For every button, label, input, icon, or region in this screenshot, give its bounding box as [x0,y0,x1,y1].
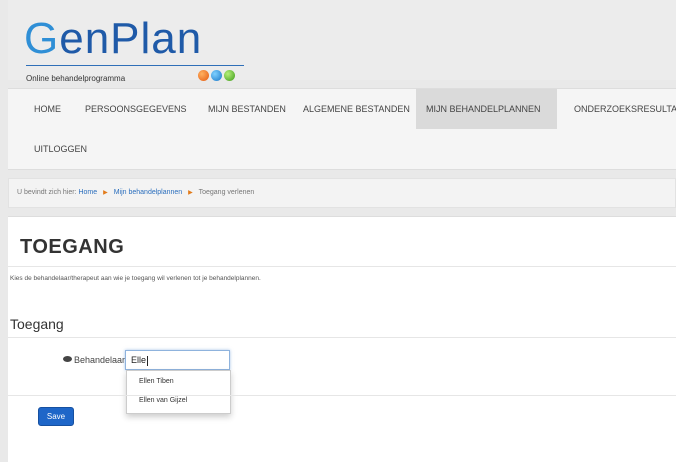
breadcrumb-bar: U bevindt zich hier: Home ▶ Mijn behande… [8,178,676,208]
blue-ball-icon [211,70,222,81]
nav-item-onderzoeksresultaten[interactable]: ONDERZOEKSRESULTATEN [564,89,676,129]
breadcrumb-separator-icon: ▶ [103,190,108,196]
site-header: GenPlan Online behandelprogramma [8,0,676,83]
title-divider [8,266,676,267]
orange-ball-icon [198,70,209,81]
eye-icon [63,356,72,362]
breadcrumb-behandelplannen-link[interactable]: Mijn behandelplannen [114,189,183,196]
behandelaar-input[interactable]: Elle [125,350,230,370]
autocomplete-dropdown: Ellen Tiben Ellen van Gijzel [126,370,231,414]
section-divider [8,337,676,338]
logo-underline [26,65,244,66]
nav-item-uitloggen[interactable]: UITLOGGEN [24,129,97,169]
breadcrumb-separator-icon: ▶ [188,190,193,196]
page-title: TOEGANG [20,236,125,258]
logo-tagline: Online behandelprogramma [26,74,126,83]
nav-item-mijn-behandelplannen[interactable]: MIJN BEHANDELPLANNEN [416,89,557,129]
main-navigation: HOME PERSOONSGEGEVENS MIJN BESTANDEN ALG… [8,88,676,170]
autocomplete-option[interactable]: Ellen Tiben [139,378,174,385]
section-title: Toegang [10,316,64,332]
breadcrumb-current: Toegang verlenen [198,189,255,196]
breadcrumb-prefix: U bevindt zich hier: [17,189,77,196]
breadcrumb-home-link[interactable]: Home [78,189,97,196]
behandelaar-input-value: Elle [131,355,147,365]
save-button[interactable]: Save [38,407,74,426]
nav-item-persoonsgegevens[interactable]: PERSOONSGEGEVENS [75,89,197,129]
form-divider [8,395,676,396]
genplan-logo[interactable]: GenPlan Online behandelprogramma [24,14,254,83]
green-ball-icon [224,70,235,81]
logo-wordmark: GenPlan [24,14,203,63]
autocomplete-option[interactable]: Ellen van Gijzel [139,397,187,404]
breadcrumb: U bevindt zich hier: Home ▶ Mijn behande… [17,189,254,196]
intro-text: Kies de behandelaar/therapeut aan wie je… [10,275,261,282]
behandelaar-label-text: Behandelaar [74,355,126,365]
nav-item-home[interactable]: HOME [24,89,71,129]
behandelaar-label: Behandelaar [63,355,125,365]
nav-item-mijn-bestanden[interactable]: MIJN BESTANDEN [198,89,296,129]
nav-item-algemene-bestanden[interactable]: ALGEMENE BESTANDEN [293,89,420,129]
text-cursor [147,355,149,366]
